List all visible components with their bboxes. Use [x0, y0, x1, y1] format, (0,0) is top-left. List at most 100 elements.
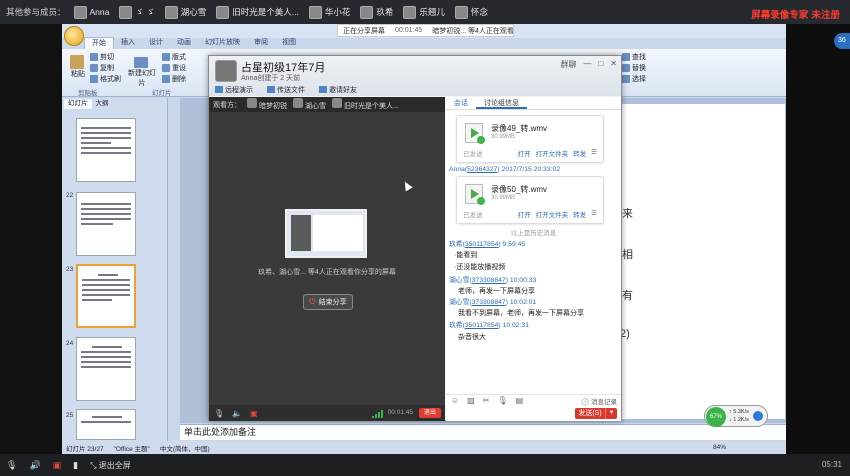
file-name: 录像50_转.wmv [491, 185, 548, 194]
tab-insert[interactable]: 插入 [114, 37, 142, 49]
notes-pane[interactable]: 单击此处添加备注 [180, 424, 786, 440]
participant[interactable]: 华小花 [308, 5, 350, 19]
sender-name[interactable]: 湖心雪 [449, 277, 469, 284]
open-folder-link[interactable]: 打开文件夹 [536, 209, 569, 219]
call-controls: 🎙 🔈 ▣ 00:01:45 退出 [209, 405, 445, 421]
clock: 05:31 [821, 460, 842, 469]
participant[interactable]: ゞ ゞ [119, 5, 155, 19]
tab-view[interactable]: 视图 [275, 37, 303, 49]
file-message[interactable]: 录像50_转.wmv 30.99MB 已发送 打开 打开文件夹 转发 ☰ [456, 176, 604, 224]
tab-home[interactable]: 开始 [84, 37, 114, 49]
tab-conversation[interactable]: 会话 [446, 97, 476, 109]
menu-icon[interactable]: ☰ [591, 148, 597, 158]
forward-link[interactable]: 转发 [573, 148, 586, 158]
stop-share-button[interactable]: ⏻ 结束分享 [303, 294, 353, 310]
tab-group-info[interactable]: 讨论组信息 [476, 97, 527, 109]
message-history-button[interactable]: 🕓 消息记录 [581, 396, 617, 406]
speaker-icon[interactable]: 🔈 [232, 409, 242, 418]
viewer[interactable]: 暗梦初锐 [247, 98, 287, 111]
camera-off-icon[interactable]: ▣ [250, 409, 258, 418]
slide-thumbnail-selected[interactable] [76, 264, 136, 328]
leave-button[interactable]: 退出 [419, 408, 441, 418]
cut-button[interactable]: 剪切 [90, 52, 114, 62]
slide-thumbnail[interactable] [76, 337, 136, 401]
tab-review[interactable]: 审阅 [247, 37, 275, 49]
sender-name[interactable]: 湖心雪 [449, 299, 469, 306]
open-folder-link[interactable]: 打开文件夹 [536, 148, 569, 158]
replace-button[interactable]: 替换 [622, 63, 646, 73]
delete-button[interactable]: 删除 [162, 74, 186, 84]
microphone-icon[interactable]: 🎙 [214, 409, 224, 418]
screenshot-icon[interactable]: ✂ [483, 396, 490, 405]
sender-name[interactable]: 玖希 [449, 241, 463, 248]
maximize-icon[interactable]: □ [598, 59, 603, 70]
group-avatar[interactable] [215, 60, 237, 82]
new-slide-button[interactable]: 新建幻灯片 [128, 57, 156, 88]
select-button[interactable]: 选择 [622, 74, 646, 84]
minimize-icon[interactable]: — [583, 59, 591, 70]
recorder-watermark: 屏幕录像专家 未注册 [751, 10, 840, 21]
format-painter-button[interactable]: 格式刷 [90, 74, 121, 84]
more-icon[interactable]: ▤ [516, 396, 524, 405]
microphone-icon[interactable]: 🎙 [6, 460, 17, 471]
viewer[interactable]: 旧时光是个美人... [332, 98, 399, 111]
slide-thumbnail[interactable] [76, 118, 136, 182]
send-file-button[interactable]: 传送文件 [267, 85, 305, 95]
invite-friends-button[interactable]: 邀请好友 [319, 85, 357, 95]
sender-id[interactable]: 373308847 [472, 299, 506, 306]
participant[interactable]: Anna [73, 5, 109, 19]
side-badge[interactable]: 36 [834, 33, 850, 49]
tab-slides[interactable]: 幻灯片 [64, 99, 92, 109]
close-icon[interactable]: ✕ [610, 59, 617, 70]
sender-name[interactable]: Anna [449, 166, 465, 173]
office-button[interactable] [64, 26, 84, 46]
sender-id[interactable]: 52364327 [467, 166, 497, 173]
message-text: 杂音很大 [458, 334, 486, 341]
participant[interactable]: 玖希 [360, 5, 393, 19]
sender-id[interactable]: 350117854 [465, 322, 499, 329]
reset-button[interactable]: 重设 [162, 63, 186, 73]
participant[interactable]: 怀念 [454, 5, 488, 19]
sender-id[interactable]: 350117854 [465, 241, 499, 248]
tab-outline[interactable]: 大纲 [92, 99, 113, 109]
image-icon[interactable]: ▨ [467, 396, 475, 405]
paste-button[interactable]: 粘贴 [70, 55, 86, 79]
zoom-level[interactable]: 84% [713, 444, 726, 451]
reset-icon [162, 64, 170, 72]
file-status: 已发送 [463, 151, 483, 158]
tab-design[interactable]: 设计 [142, 37, 170, 49]
send-button[interactable]: 发送(S) ▼ [575, 408, 617, 419]
voice-icon[interactable]: 🎙 [497, 396, 507, 405]
viewer[interactable]: 湖心雪 [293, 98, 326, 111]
copy-button[interactable]: 复制 [90, 63, 114, 73]
speaker-icon[interactable]: 🔊 [29, 460, 40, 471]
screen-share-status: 正在分享屏幕 00:01:45 暗梦初锐... 等4人正在观看 [337, 24, 514, 37]
tab-animation[interactable]: 动画 [170, 37, 198, 49]
participant[interactable]: 湖心雪 [164, 5, 206, 19]
slide-text: 来 [622, 208, 633, 220]
tab-slideshow[interactable]: 幻灯片放映 [198, 37, 247, 49]
send-options-icon[interactable]: ▼ [605, 408, 617, 419]
forward-link[interactable]: 转发 [573, 209, 586, 219]
sender-id[interactable]: 373308847 [472, 277, 506, 284]
globe-icon [753, 411, 763, 421]
exit-fullscreen-button[interactable]: ⤡ 退出全屏 [90, 460, 131, 471]
network-speed-widget[interactable]: 67% ↑ 5.3K/s ↓ 1.2K/s [704, 405, 768, 427]
layout-button[interactable]: 版式 [162, 52, 186, 62]
slide-thumbnail[interactable] [76, 192, 136, 256]
remote-demo-button[interactable]: 远程演示 [215, 85, 253, 95]
group-chat-label[interactable]: 群聊 [560, 59, 576, 70]
camera-off-icon[interactable]: ▣ [53, 460, 62, 471]
file-message[interactable]: 录像49_转.wmv 30.99MB 已发送 打开 打开文件夹 转发 ☰ [456, 115, 604, 163]
emoji-icon[interactable]: ☺ [451, 396, 459, 405]
open-file-link[interactable]: 打开 [518, 209, 531, 219]
participant[interactable]: 乐翘儿 [403, 5, 445, 19]
input-area[interactable]: 发送(S) ▼ [446, 406, 621, 421]
open-file-link[interactable]: 打开 [518, 148, 531, 158]
menu-icon[interactable]: ☰ [591, 209, 597, 219]
slide-thumbnail[interactable] [76, 409, 136, 440]
participant[interactable]: 旧时光是个美人... [216, 5, 299, 19]
sender-name[interactable]: 玖希 [449, 322, 463, 329]
find-button[interactable]: 查找 [622, 52, 646, 62]
current-slide[interactable]: 来 相 有 2) [620, 104, 785, 419]
